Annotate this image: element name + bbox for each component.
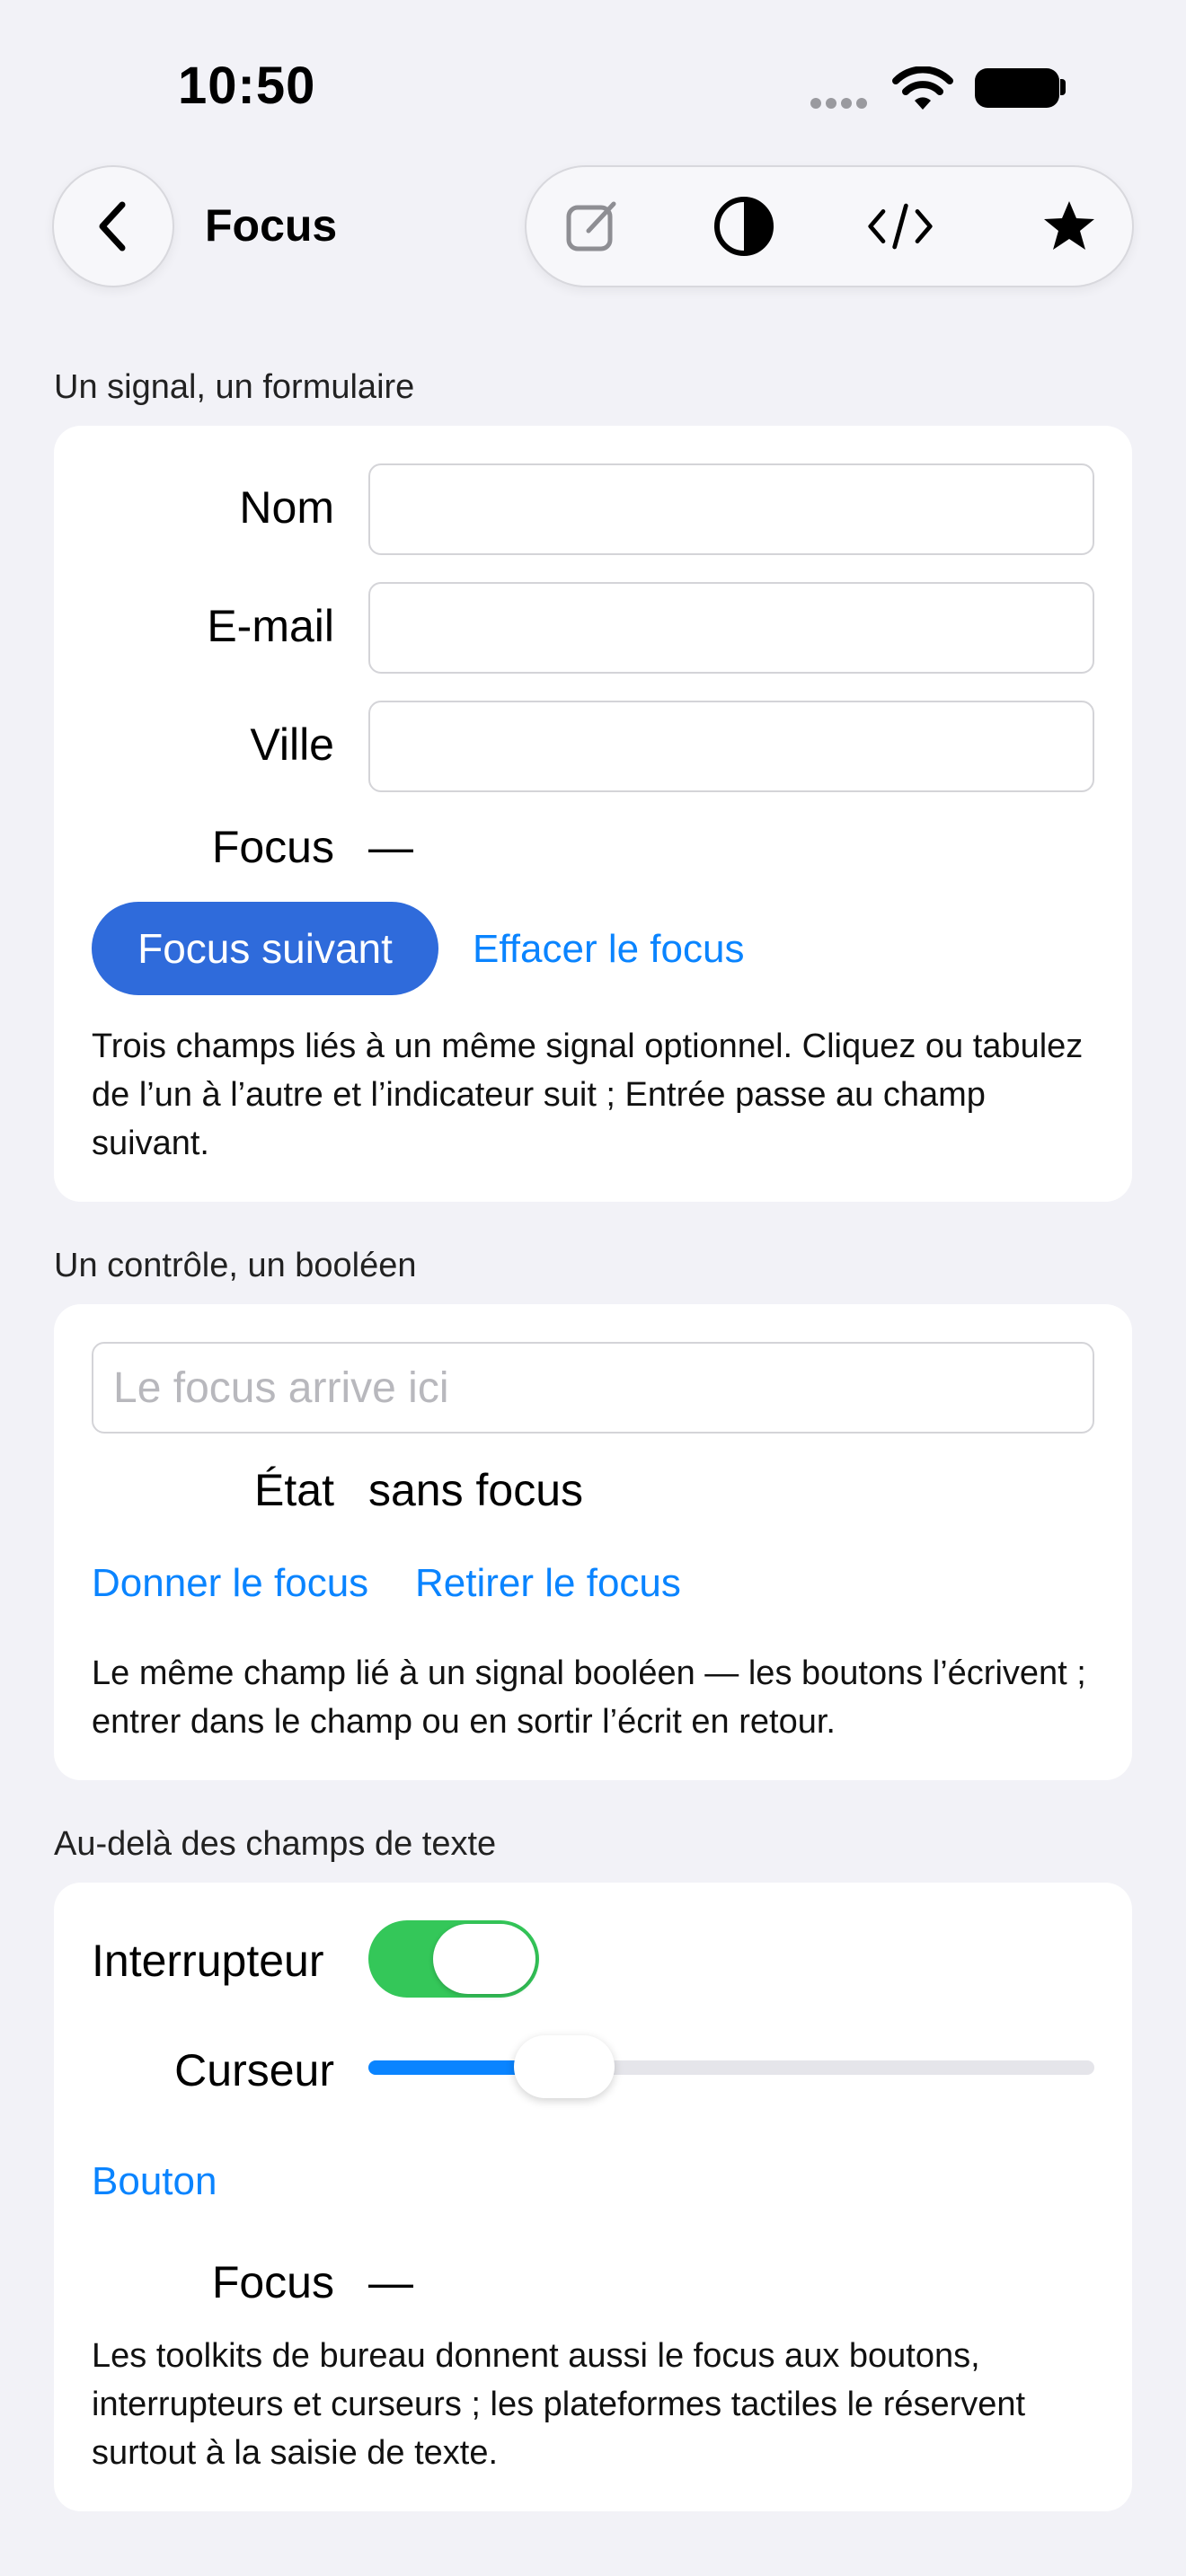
remove-focus-link[interactable]: Retirer le focus [415,1561,681,1606]
section-header-boolean: Un contrôle, un booléen [54,1247,417,1284]
switch-knob[interactable] [433,1924,535,1994]
name-field[interactable] [368,463,1094,555]
next-focus-button[interactable]: Focus suivant [92,902,438,995]
clear-focus-link[interactable]: Effacer le focus [473,927,744,972]
focus-target-field[interactable]: Le focus arrive ici [92,1342,1094,1434]
focus-label: Focus [211,822,334,872]
boolean-description: Le même champ lié à un signal booléen — … [92,1654,1086,1741]
plain-button-link[interactable]: Bouton [92,2159,217,2204]
compose-icon[interactable] [559,192,627,260]
back-button[interactable] [52,165,174,287]
contrast-icon[interactable] [710,192,778,260]
give-focus-link[interactable]: Donner le focus [92,1561,368,1606]
email-label: E-mail [207,601,334,651]
section-header-form: Un signal, un formulaire [54,368,415,406]
switch-label: Interrupteur [92,1936,324,1986]
city-field[interactable] [368,701,1094,792]
focus-value: — [368,822,413,872]
city-label: Ville [250,719,334,770]
code-icon[interactable] [866,192,934,260]
status-time: 10:50 [178,57,316,115]
slider-label: Curseur [174,2045,334,2095]
page-title: Focus [205,200,338,251]
focus-label-2: Focus [211,2257,334,2307]
beyond-description: Les toolkits de bureau donnent aussi le … [92,2337,1026,2472]
focus-value-2: — [368,2257,413,2307]
state-label: État [254,1465,334,1515]
chevron-left-icon [99,201,126,251]
battery-icon [975,68,1059,108]
name-label: Nom [239,482,334,533]
cellular-signal-icon [810,97,872,113]
wifi-icon [891,66,954,118]
state-value: sans focus [368,1465,584,1515]
form-description: Trois champs liés à un même signal optio… [92,1028,1084,1162]
email-field[interactable] [368,582,1094,674]
star-icon[interactable] [1035,192,1103,260]
battery-cap [1060,79,1066,95]
section-header-beyond: Au-delà des champs de texte [54,1825,497,1863]
slider-thumb[interactable] [514,2035,615,2098]
